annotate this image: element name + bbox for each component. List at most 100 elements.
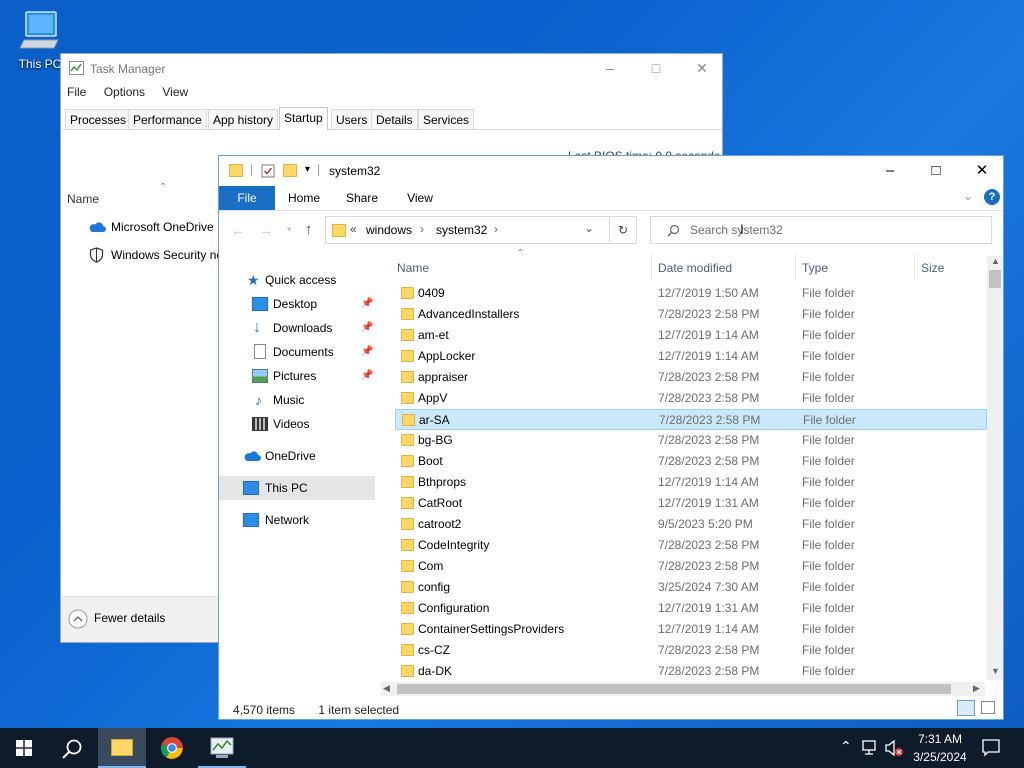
ribbon-tab-view[interactable]: View [399, 186, 441, 210]
nav-this-pc[interactable]: This PC [219, 476, 375, 500]
volume-muted-icon[interactable] [884, 739, 904, 757]
tab-performance[interactable]: Performance [128, 109, 207, 129]
ribbon-expand-chevron-icon[interactable]: ⌄ [963, 189, 973, 203]
menu-view[interactable]: View [162, 85, 188, 99]
notification-center-icon[interactable] [982, 739, 1000, 757]
file-row[interactable]: Bthprops 12/7/2019 1:14 AM File folder [395, 472, 987, 493]
search-button[interactable] [48, 728, 96, 768]
show-hidden-icons-chevron-icon[interactable]: ⌃ [840, 738, 852, 755]
tab-startup[interactable]: Startup [279, 107, 328, 130]
file-row[interactable]: ar-SA 7/28/2023 2:58 PM File folder [395, 409, 987, 430]
new-folder-icon[interactable] [283, 164, 297, 177]
search-box[interactable]: Search system32 I [650, 216, 992, 244]
nav-network[interactable]: Network [219, 508, 375, 532]
file-explorer-window[interactable]: | ▾ | system32 – □ ✕ File Home Share Vie… [218, 155, 1004, 720]
tab-details[interactable]: Details [371, 109, 418, 129]
nav-onedrive[interactable]: OneDrive [219, 444, 375, 468]
file-row[interactable]: Boot 7/28/2023 2:58 PM File folder [395, 451, 987, 472]
scroll-right-icon[interactable]: ▶ [973, 683, 980, 694]
file-row[interactable]: AppV 7/28/2023 2:58 PM File folder [395, 388, 987, 409]
nav-pictures[interactable]: Pictures 📌 [219, 364, 375, 388]
column-header-name[interactable]: Name [67, 192, 99, 206]
tab-app-history[interactable]: App history [208, 109, 279, 129]
horizontal-scroll-thumb[interactable] [397, 684, 951, 694]
nav-quick-access[interactable]: ★ Quick access [219, 268, 375, 292]
scroll-up-icon[interactable]: ▲ [991, 256, 1000, 266]
file-row[interactable]: 0409 12/7/2019 1:50 AM File folder [395, 283, 987, 304]
breadcrumb-chevron-icon[interactable]: › [494, 222, 498, 236]
taskbar-chrome[interactable] [148, 728, 196, 768]
task-manager-titlebar[interactable]: Task Manager – □ ✕ [61, 54, 722, 82]
ribbon-tab-home[interactable]: Home [283, 186, 325, 210]
scroll-left-icon[interactable]: ◀ [383, 683, 390, 694]
help-icon[interactable]: ? [984, 189, 1000, 205]
taskbar-file-explorer[interactable] [98, 728, 146, 768]
file-row[interactable]: bg-BG 7/28/2023 2:58 PM File folder [395, 430, 987, 451]
refresh-button[interactable]: ↻ [609, 216, 637, 244]
file-row[interactable]: CatRoot 12/7/2019 1:31 AM File folder [395, 493, 987, 514]
properties-icon[interactable] [261, 164, 275, 178]
details-view-icon[interactable] [957, 700, 975, 716]
close-button[interactable]: ✕ [959, 156, 1005, 186]
file-row[interactable]: da-DK 7/28/2023 2:58 PM File folder [395, 661, 987, 682]
maximize-button[interactable]: □ [633, 54, 679, 82]
fewer-details-link[interactable]: Fewer details [94, 611, 165, 625]
back-arrow-icon[interactable]: ← [231, 222, 245, 238]
file-row[interactable]: cs-CZ 7/28/2023 2:58 PM File folder [395, 640, 987, 661]
breadcrumb-chevron-icon[interactable]: › [420, 222, 424, 236]
column-header-size[interactable]: Size [921, 256, 944, 280]
vertical-scrollbar[interactable]: ▲ ▼ [987, 256, 1003, 680]
file-row[interactable]: CodeIntegrity 7/28/2023 2:58 PM File folde… [395, 535, 987, 556]
file-row[interactable]: config 3/25/2024 7:30 AM File folder [395, 577, 987, 598]
up-arrow-icon[interactable]: ↑ [305, 221, 313, 238]
pin-icon[interactable]: 📌 [361, 316, 373, 340]
ribbon-tab-share[interactable]: Share [341, 186, 383, 210]
clock[interactable]: 7:31 AM 3/25/2024 [908, 730, 972, 766]
column-header-date[interactable]: Date modified [658, 256, 732, 280]
large-icons-view-icon[interactable] [981, 701, 995, 714]
pin-icon[interactable]: 📌 [361, 364, 373, 388]
maximize-button[interactable]: □ [913, 156, 959, 186]
close-button[interactable]: ✕ [679, 54, 725, 82]
nav-desktop[interactable]: Desktop 📌 [219, 292, 375, 316]
search-input[interactable]: Search system32 [690, 223, 783, 237]
column-divider[interactable] [795, 254, 796, 280]
menu-options[interactable]: Options [104, 85, 145, 99]
file-row[interactable]: am-et 12/7/2019 1:14 AM File folder [395, 325, 987, 346]
startup-item-windows-security[interactable]: Windows Security no [111, 248, 223, 262]
file-row[interactable]: Configuration 12/7/2019 1:31 AM File folde… [395, 598, 987, 619]
nav-music[interactable]: ♪ Music [219, 388, 375, 412]
menu-file[interactable]: File [67, 85, 86, 99]
nav-downloads[interactable]: ↓ Downloads 📌 [219, 316, 375, 340]
forward-arrow-icon[interactable]: → [259, 222, 273, 238]
address-bar[interactable]: « windows › system32 › ⌄ [325, 216, 637, 244]
explorer-titlebar[interactable]: | ▾ | system32 – □ ✕ [219, 156, 1003, 186]
breadcrumb-windows[interactable]: windows [366, 223, 412, 237]
column-divider[interactable] [651, 254, 652, 280]
recent-locations-chevron-icon[interactable]: ▾ [287, 224, 292, 235]
chevron-up-circle-icon[interactable] [68, 609, 88, 629]
file-row[interactable]: catroot2 9/5/2023 5:20 PM File folder [395, 514, 987, 535]
nav-documents[interactable]: Documents 📌 [219, 340, 375, 364]
minimize-button[interactable]: – [867, 156, 913, 186]
ribbon-tab-file[interactable]: File [219, 186, 275, 210]
minimize-button[interactable]: – [587, 54, 633, 82]
taskbar-task-manager[interactable] [198, 728, 246, 768]
pin-icon[interactable]: 📌 [361, 292, 373, 316]
file-row[interactable]: appraiser 7/28/2023 2:58 PM File folder [395, 367, 987, 388]
horizontal-scrollbar[interactable]: ◀ ▶ [381, 682, 985, 696]
file-row[interactable]: Com 7/28/2023 2:58 PM File folder [395, 556, 987, 577]
file-row[interactable]: AppLocker 12/7/2019 1:14 AM File folder [395, 346, 987, 367]
tab-users[interactable]: Users [331, 109, 373, 129]
network-icon[interactable] [862, 740, 880, 756]
nav-videos[interactable]: Videos [219, 412, 375, 436]
column-divider[interactable] [914, 254, 915, 280]
address-dropdown-chevron-icon[interactable]: ⌄ [584, 221, 594, 235]
tab-processes[interactable]: Processes [65, 109, 132, 129]
breadcrumb-overflow[interactable]: « [350, 222, 357, 236]
column-header-name[interactable]: Name [397, 256, 429, 280]
tab-services[interactable]: Services [418, 109, 475, 129]
breadcrumb-system32[interactable]: system32 [436, 223, 487, 237]
scroll-down-icon[interactable]: ▼ [991, 666, 1000, 676]
quick-access-toolbar-dropdown-icon[interactable]: ▾ [305, 164, 310, 175]
